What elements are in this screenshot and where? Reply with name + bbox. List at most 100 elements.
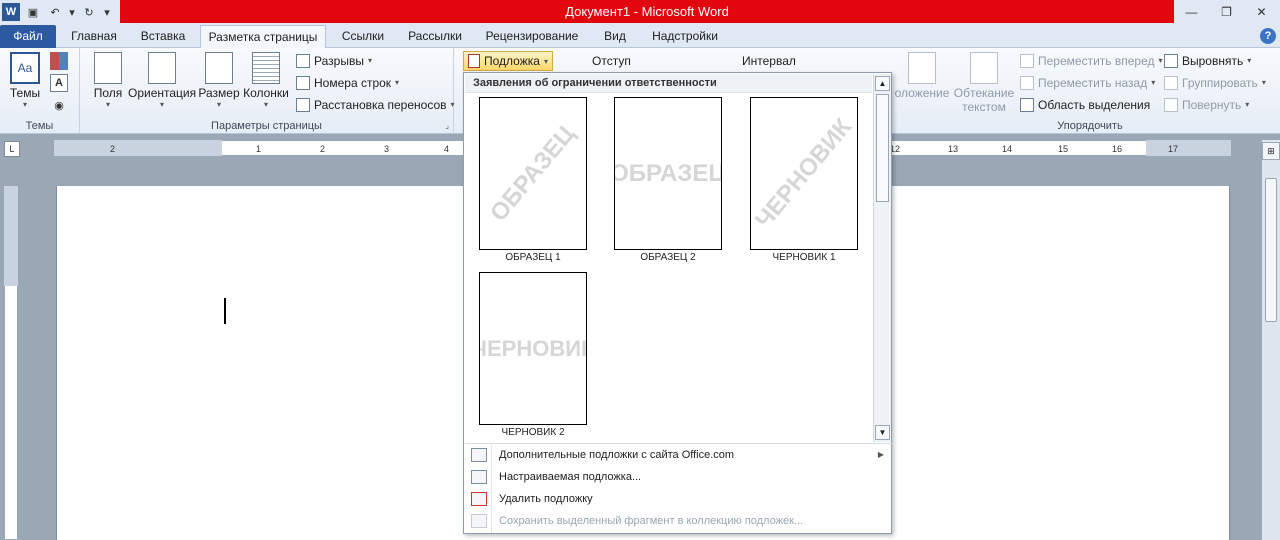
hyphenation-button[interactable]: Расстановка переносов ▾ [296, 95, 455, 115]
watermark-label: Подложка [484, 54, 540, 68]
send-backward-button[interactable]: Переместить назад ▾ [1020, 73, 1155, 93]
help-icon[interactable]: ? [1260, 28, 1276, 44]
tab-file[interactable]: Файл [0, 25, 56, 48]
custom-watermark-item[interactable]: Настраиваемая подложка... [465, 466, 892, 488]
theme-colors-icon[interactable] [50, 52, 68, 70]
scroll-down-icon[interactable]: ▼ [875, 425, 890, 440]
watermark-thumbnail-label: ОБРАЗЕЦ 2 [640, 252, 696, 263]
ruler-number: 4 [444, 144, 450, 154]
position-button[interactable]: оложение [894, 52, 950, 100]
undo-dropdown-icon[interactable]: ▾ [68, 3, 76, 21]
margins-button[interactable]: Поля ▾ [88, 52, 128, 109]
bring-forward-button[interactable]: Переместить вперед ▾ [1020, 51, 1163, 71]
tab-selector-icon[interactable]: L [4, 141, 20, 157]
hyphenation-label: Расстановка переносов [314, 98, 447, 112]
align-icon [1164, 54, 1178, 68]
vertical-scrollbar-thumb[interactable] [1265, 178, 1277, 322]
watermark-thumbnail[interactable]: ОБРАЗЕЦ [479, 97, 587, 250]
align-button[interactable]: Выровнять ▾ [1164, 51, 1251, 71]
watermark-thumbnail[interactable]: ЧЕРНОВИК [750, 97, 858, 250]
theme-effects-icon[interactable]: ◉ [50, 96, 68, 114]
word-app-icon[interactable]: W [2, 3, 20, 21]
customize-qat-icon[interactable]: ▾ [102, 3, 112, 21]
columns-icon [252, 52, 280, 84]
breaks-label: Разрывы [314, 54, 364, 68]
orientation-button[interactable]: Ориентация ▾ [128, 52, 196, 109]
spacing-label: Интервал [742, 54, 796, 68]
watermark-thumbnail[interactable]: ЧЕРНОВИК [479, 272, 587, 425]
title-bar: W ▣ ↶ ▾ ↻ ▾ Документ1 - Microsoft Word —… [0, 0, 1280, 24]
line-numbers-button[interactable]: Номера строк ▾ [296, 73, 399, 93]
tab-addins[interactable]: Надстройки [642, 25, 728, 48]
watermark-thumbnail[interactable]: ОБРАЗЕЦ [614, 97, 722, 250]
wrap-text-label: Обтекание текстом [953, 86, 1015, 114]
ruler-number: 2 [320, 144, 326, 154]
bring-forward-icon [1020, 54, 1034, 68]
send-backward-label: Переместить назад [1038, 76, 1148, 90]
gallery-scrollbar[interactable]: ▲ ▼ [873, 74, 891, 442]
view-ruler-icon[interactable]: ⊞ [1262, 142, 1280, 160]
group-button[interactable]: Группировать ▾ [1164, 73, 1266, 93]
custom-watermark-icon [471, 470, 487, 484]
selection-pane-icon [1020, 98, 1034, 112]
restore-icon[interactable]: ❐ [1209, 0, 1244, 24]
group-arrange: оложение Обтекание текстом Переместить в… [894, 48, 1272, 134]
tab-view[interactable]: Вид [594, 25, 636, 48]
close-icon[interactable]: ✕ [1244, 0, 1279, 24]
tab-home[interactable]: Главная [62, 25, 126, 48]
minimize-icon[interactable]: — [1174, 0, 1209, 24]
breaks-icon [296, 54, 310, 68]
rotate-label: Повернуть [1182, 98, 1242, 112]
rotate-icon [1164, 98, 1178, 112]
line-numbers-icon [296, 76, 310, 90]
save-icon[interactable]: ▣ [24, 3, 42, 21]
redo-icon[interactable]: ↻ [80, 3, 98, 21]
columns-label: Колонки [243, 86, 289, 100]
theme-fonts-icon[interactable]: A [50, 74, 68, 92]
scroll-up-icon[interactable]: ▲ [875, 76, 890, 91]
group-label-themes: Темы [25, 120, 54, 132]
watermark-thumbnail-label: ЧЕРНОВИК 1 [772, 252, 836, 263]
size-label: Размер [198, 86, 240, 100]
remove-watermark-icon [471, 492, 487, 506]
breaks-button[interactable]: Разрывы ▾ [296, 51, 372, 71]
tab-references[interactable]: Ссылки [332, 25, 394, 48]
wrap-text-button[interactable]: Обтекание текстом [952, 52, 1016, 114]
group-themes: Aa Темы ▾ A ◉ Темы [0, 48, 80, 134]
tab-insert[interactable]: Вставка [132, 25, 194, 48]
remove-watermark-item[interactable]: Удалить подложку [465, 488, 892, 510]
wrap-text-icon [970, 52, 998, 84]
quick-access-toolbar: W ▣ ↶ ▾ ↻ ▾ [0, 0, 120, 24]
undo-icon[interactable]: ↶ [46, 3, 64, 21]
save-selection-to-gallery-item[interactable]: Сохранить выделенный фрагмент в коллекци… [465, 510, 892, 532]
tab-page-layout[interactable]: Разметка страницы [200, 25, 326, 48]
rotate-button[interactable]: Повернуть ▾ [1164, 95, 1249, 115]
group-label: Группировать [1182, 76, 1258, 90]
position-label: оложение [894, 86, 950, 100]
tab-review[interactable]: Рецензирование [476, 25, 588, 48]
hyphenation-icon [296, 98, 310, 112]
page-setup-launcher-icon[interactable]: ⌟ [445, 121, 449, 130]
size-button[interactable]: Размер ▾ [198, 52, 240, 109]
submenu-arrow-icon: ▶ [877, 450, 884, 459]
gallery-scrollbar-thumb[interactable] [876, 94, 889, 202]
menu-item-label: Сохранить выделенный фрагмент в коллекци… [499, 515, 804, 527]
watermark-button[interactable]: Подложка ▾ [463, 51, 553, 71]
selection-pane-button[interactable]: Область выделения [1020, 95, 1150, 115]
gallery-section-header: Заявления об ограничении ответственности [465, 74, 872, 93]
tab-mailings[interactable]: Рассылки [400, 25, 470, 48]
columns-button[interactable]: Колонки ▾ [242, 52, 290, 109]
themes-button[interactable]: Aa Темы ▾ [6, 52, 44, 109]
menu-item-label: Удалить подложку [499, 493, 593, 505]
watermark-thumbnail-label: ОБРАЗЕЦ 1 [505, 252, 561, 263]
indent-label: Отступ [592, 54, 631, 68]
group-page-setup: Поля ▾ Ориентация ▾ Размер ▾ Колонки ▾ Р… [80, 48, 455, 134]
ruler-number: 15 [1058, 144, 1069, 154]
more-watermarks-item[interactable]: Дополнительные подложки с сайта Office.c… [465, 444, 892, 466]
menu-item-label: Настраиваемая подложка... [499, 471, 642, 483]
line-numbers-label: Номера строк [314, 76, 392, 90]
size-icon [205, 52, 233, 84]
ruler-right-margin [1146, 140, 1231, 156]
watermark-gallery-dropdown: Заявления об ограничении ответственности… [463, 72, 892, 534]
position-icon [908, 52, 936, 84]
